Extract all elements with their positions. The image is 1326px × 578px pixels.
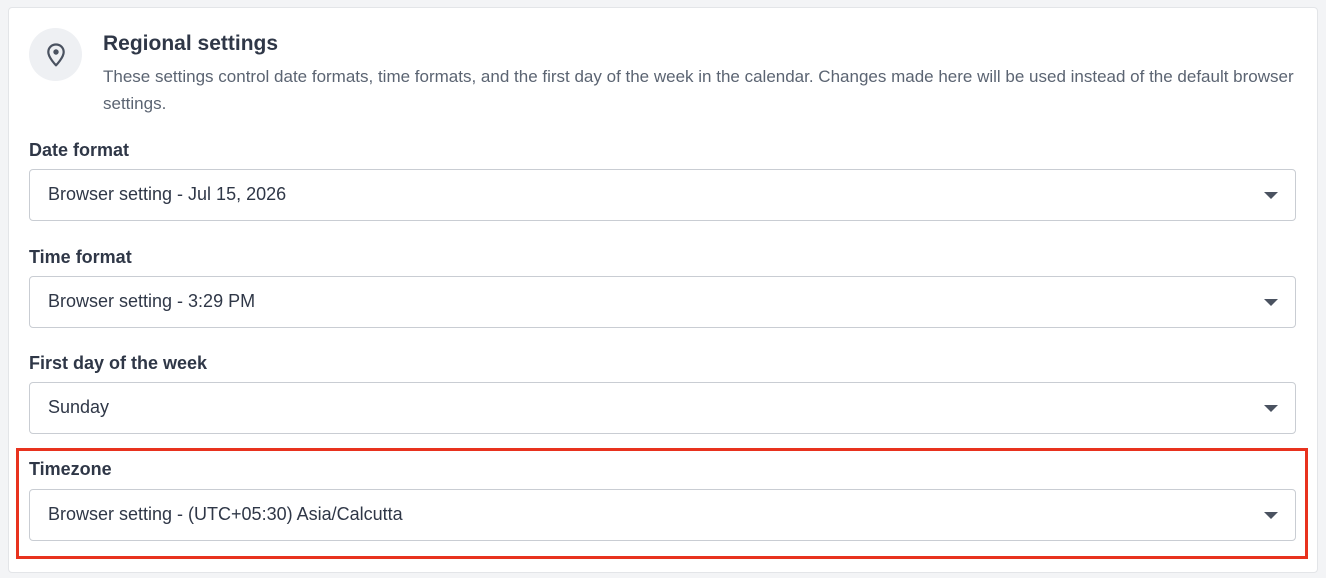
date-format-select[interactable]: Browser setting - Jul 15, 2026 — [29, 169, 1296, 221]
date-format-label: Date format — [29, 140, 130, 160]
chevron-down-icon — [1264, 405, 1278, 412]
section-description: These settings control date formats, tim… — [103, 67, 1294, 113]
section-title: Regional settings — [103, 32, 279, 55]
first-day-select[interactable]: Sunday — [29, 382, 1296, 434]
time-format-select[interactable]: Browser setting - 3:29 PM — [29, 276, 1296, 328]
date-format-value: Browser setting - Jul 15, 2026 — [48, 184, 287, 204]
timezone-select[interactable]: Browser setting - (UTC+05:30) Asia/Calcu… — [29, 489, 1296, 541]
chevron-down-icon — [1264, 192, 1278, 199]
first-day-value: Sunday — [48, 397, 110, 417]
timezone-label: Timezone — [29, 459, 112, 479]
time-format-label: Time format — [29, 247, 132, 267]
first-day-label: First day of the week — [29, 353, 208, 373]
timezone-value: Browser setting - (UTC+05:30) Asia/Calcu… — [48, 504, 403, 524]
time-format-value: Browser setting - 3:29 PM — [48, 291, 256, 311]
chevron-down-icon — [1264, 512, 1278, 519]
chevron-down-icon — [1264, 299, 1278, 306]
regional-settings-card: Regional settings These settings control… — [8, 7, 1318, 573]
header-icon-circle — [29, 28, 82, 81]
location-pin-icon — [46, 42, 65, 66]
